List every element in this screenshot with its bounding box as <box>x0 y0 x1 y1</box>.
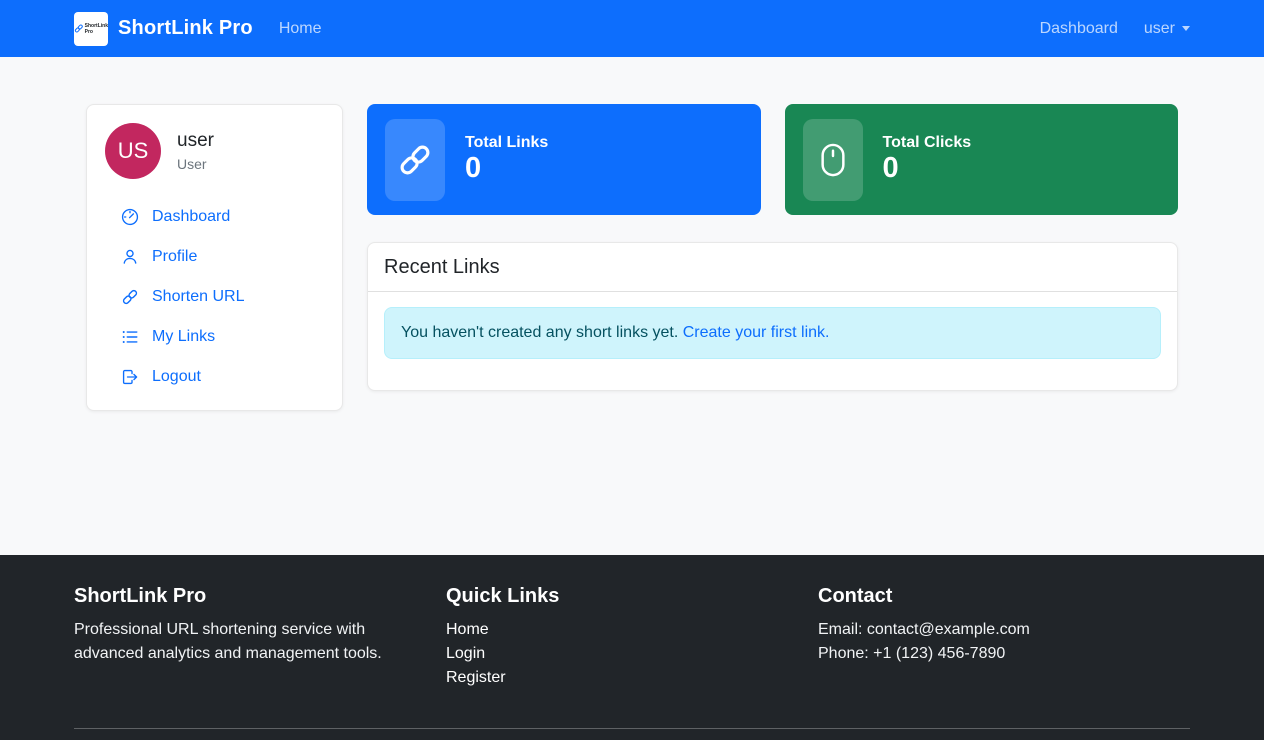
footer-contact-title: Contact <box>818 585 893 607</box>
footer-contact-phone: Phone: +1 (123) 456-7890 <box>818 645 1006 662</box>
user-dropdown-label[interactable]: user <box>1144 20 1175 38</box>
brand-title[interactable]: ShortLink Pro <box>118 17 253 40</box>
nav-home-link[interactable]: Home <box>279 20 322 38</box>
link-icon <box>400 145 430 174</box>
footer-contact-email: Email: contact@example.com <box>818 621 1030 638</box>
nav-dashboard-link[interactable]: Dashboard <box>1040 20 1118 38</box>
footer-quick-links: Quick Links Home Login Register <box>446 585 818 690</box>
footer-about-title: ShortLink Pro <box>74 585 207 607</box>
link-icon-box <box>385 118 445 201</box>
sidebar-item-profile[interactable]: Profile <box>105 237 322 277</box>
person-icon <box>123 249 137 264</box>
stats-row: Total Links 0 Total Clicks 0 <box>367 104 1178 215</box>
logout-icon <box>122 369 138 385</box>
sidebar-item-shorten-url[interactable]: Shorten URL <box>105 277 322 317</box>
link-icon <box>74 24 83 33</box>
total-links-card: Total Links 0 <box>367 104 761 215</box>
app-logo: ShortLink Pro <box>74 11 108 46</box>
list-icon <box>122 331 138 343</box>
sidebar-item-label: Profile <box>152 248 198 265</box>
footer-about-text: Professional URL shortening service with… <box>74 621 382 662</box>
sidebar-item-label: Logout <box>152 368 201 385</box>
mouse-icon-box <box>802 118 863 201</box>
empty-state-alert: You haven't created any short links yet.… <box>384 307 1161 359</box>
sidebar-item-dashboard[interactable]: Dashboard <box>105 197 322 237</box>
avatar: US <box>105 123 161 179</box>
sidebar-item-my-links[interactable]: My Links <box>105 317 322 357</box>
mouse-icon <box>820 143 845 176</box>
footer: ShortLink Pro Professional URL shortenin… <box>0 555 1264 740</box>
profile-role: User <box>177 155 207 172</box>
sidebar-card: US user User Dashboard Profile Shorten U… <box>86 104 343 411</box>
stat-label: Total Clicks <box>882 133 972 151</box>
link-icon <box>122 289 138 305</box>
profile-name: user <box>177 130 214 152</box>
speedometer-icon <box>121 208 139 226</box>
sidebar-item-label: My Links <box>152 328 216 345</box>
top-navbar: ShortLink Pro ShortLink Pro Home Dashboa… <box>0 0 1264 57</box>
user-dropdown[interactable]: user <box>1144 20 1190 38</box>
caret-down-icon <box>1182 26 1190 31</box>
footer-link-login[interactable]: Login <box>446 642 778 666</box>
stat-label: Total Links <box>465 133 549 151</box>
main-content: US user User Dashboard Profile Shorten U… <box>62 57 1202 483</box>
empty-state-message: You haven't created any short links yet. <box>401 324 683 341</box>
brand[interactable]: ShortLink Pro ShortLink Pro <box>74 11 253 46</box>
create-first-link[interactable]: Create your first link. <box>683 324 830 341</box>
total-clicks-card: Total Clicks 0 <box>784 104 1178 215</box>
footer-contact: Contact Email: contact@example.com Phone… <box>818 585 1190 690</box>
sidebar-item-logout[interactable]: Logout <box>105 357 322 397</box>
recent-links-title: Recent Links <box>368 243 1177 292</box>
footer-link-home[interactable]: Home <box>446 618 778 642</box>
user-profile: US user User <box>105 123 322 179</box>
dashboard-panel: Total Links 0 Total Clicks 0 Recent Link… <box>367 104 1178 483</box>
footer-link-register[interactable]: Register <box>446 666 778 690</box>
stat-value: 0 <box>882 151 899 184</box>
recent-links-card: Recent Links You haven't created any sho… <box>367 242 1178 391</box>
logo-mini-text: ShortLink Pro <box>84 22 108 35</box>
sidebar-item-label: Shorten URL <box>152 288 245 305</box>
stat-value: 0 <box>465 151 482 184</box>
sidebar-item-label: Dashboard <box>152 208 231 225</box>
footer-quick-links-title: Quick Links <box>446 585 560 607</box>
sidebar-menu: Dashboard Profile Shorten URL My Links L… <box>105 197 322 397</box>
footer-about: ShortLink Pro Professional URL shortenin… <box>74 585 446 690</box>
